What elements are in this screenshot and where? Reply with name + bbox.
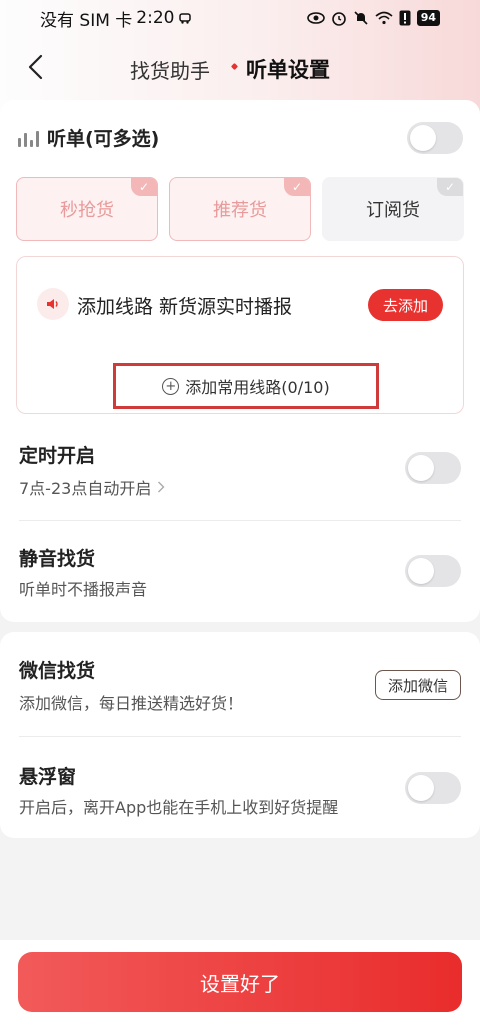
mute-toggle[interactable] bbox=[405, 555, 461, 587]
floating-window-subtitle: 开启后，离开App也能在手机上收到好货提醒 bbox=[19, 798, 339, 817]
timer-subtitle: 7点-23点自动开启 bbox=[19, 479, 152, 498]
timer-toggle[interactable] bbox=[405, 452, 461, 484]
bottom-bar: 设置好了 bbox=[0, 940, 480, 1027]
go-add-button[interactable]: 去添加 bbox=[368, 289, 443, 321]
status-right: 94 bbox=[306, 10, 440, 26]
status-bar: 没有 SIM 卡 2:20 94 bbox=[0, 0, 480, 36]
add-common-route-button[interactable]: + 添加常用线路(0/10) bbox=[113, 363, 379, 409]
chevron-right-icon bbox=[158, 481, 165, 493]
wechat-subtitle: 添加微信，每日推送精选好货！ bbox=[19, 694, 244, 713]
done-button[interactable]: 设置好了 bbox=[18, 952, 462, 1012]
check-icon: ✓ bbox=[131, 178, 157, 196]
option-label: 秒抢货 bbox=[60, 200, 114, 221]
add-wechat-button[interactable]: 添加微信 bbox=[375, 670, 461, 700]
eye-icon bbox=[306, 12, 325, 24]
wechat-title: 微信找货 bbox=[19, 660, 96, 682]
bell-muted-icon bbox=[354, 11, 368, 25]
extra-settings-card: 微信找货 添加微信，每日推送精选好货！ 添加微信 悬浮窗 开启后，离开App也能… bbox=[0, 632, 480, 838]
car-icon bbox=[179, 13, 192, 24]
timer-title: 定时开启 bbox=[19, 445, 96, 467]
listen-settings-card: 听单(可多选) 秒抢货 ✓ 推荐货 ✓ 订阅货 ✓ 添加线路 新货源实时播报 去… bbox=[0, 100, 480, 622]
wifi-icon bbox=[375, 11, 393, 25]
check-icon: ✓ bbox=[284, 178, 310, 196]
listen-toggle[interactable] bbox=[407, 122, 463, 154]
option-recommended[interactable]: 推荐货 ✓ bbox=[169, 177, 311, 241]
floating-window-title: 悬浮窗 bbox=[19, 766, 77, 788]
listen-header: 听单(可多选) bbox=[18, 124, 159, 151]
option-label: 推荐货 bbox=[213, 200, 267, 221]
carrier-text: 没有 SIM 卡 bbox=[40, 10, 133, 31]
route-panel: 添加线路 新货源实时播报 去添加 + 添加常用线路(0/10) bbox=[16, 256, 464, 414]
status-left: 没有 SIM 卡 2:20 bbox=[40, 6, 192, 31]
timer-subtitle-link[interactable]: 7点-23点自动开启 bbox=[19, 475, 165, 499]
listen-title: 听单(可多选) bbox=[47, 128, 160, 150]
tab-listen-settings[interactable]: 听单设置 bbox=[246, 54, 330, 84]
mute-title: 静音找货 bbox=[19, 548, 96, 570]
route-description: 添加线路 新货源实时播报 bbox=[77, 296, 293, 318]
mute-subtitle: 听单时不播报声音 bbox=[19, 580, 148, 599]
clock-text: 2:20 bbox=[136, 8, 175, 28]
floating-window-toggle[interactable] bbox=[405, 772, 461, 804]
nav-tabs: 找货助手 听单设置 bbox=[130, 54, 330, 84]
add-route-label: 添加常用线路(0/10) bbox=[185, 378, 330, 397]
tab-find-goods-assistant[interactable]: 找货助手 bbox=[130, 55, 210, 84]
option-label: 订阅货 bbox=[366, 200, 420, 221]
check-icon: ✓ bbox=[437, 178, 463, 196]
battery-level: 94 bbox=[416, 10, 440, 26]
back-arrow-icon[interactable] bbox=[22, 50, 52, 84]
divider bbox=[19, 520, 461, 521]
divider bbox=[19, 736, 461, 737]
top-navigation: 找货助手 听单设置 bbox=[0, 42, 480, 92]
sound-bars-icon bbox=[18, 129, 39, 147]
speaker-icon bbox=[37, 288, 69, 320]
option-subscribed[interactable]: 订阅货 ✓ bbox=[322, 177, 464, 241]
option-instant-grab[interactable]: 秒抢货 ✓ bbox=[16, 177, 158, 241]
plus-circle-icon: + bbox=[162, 377, 180, 395]
alert-icon bbox=[399, 10, 411, 26]
alarm-icon bbox=[331, 12, 346, 26]
